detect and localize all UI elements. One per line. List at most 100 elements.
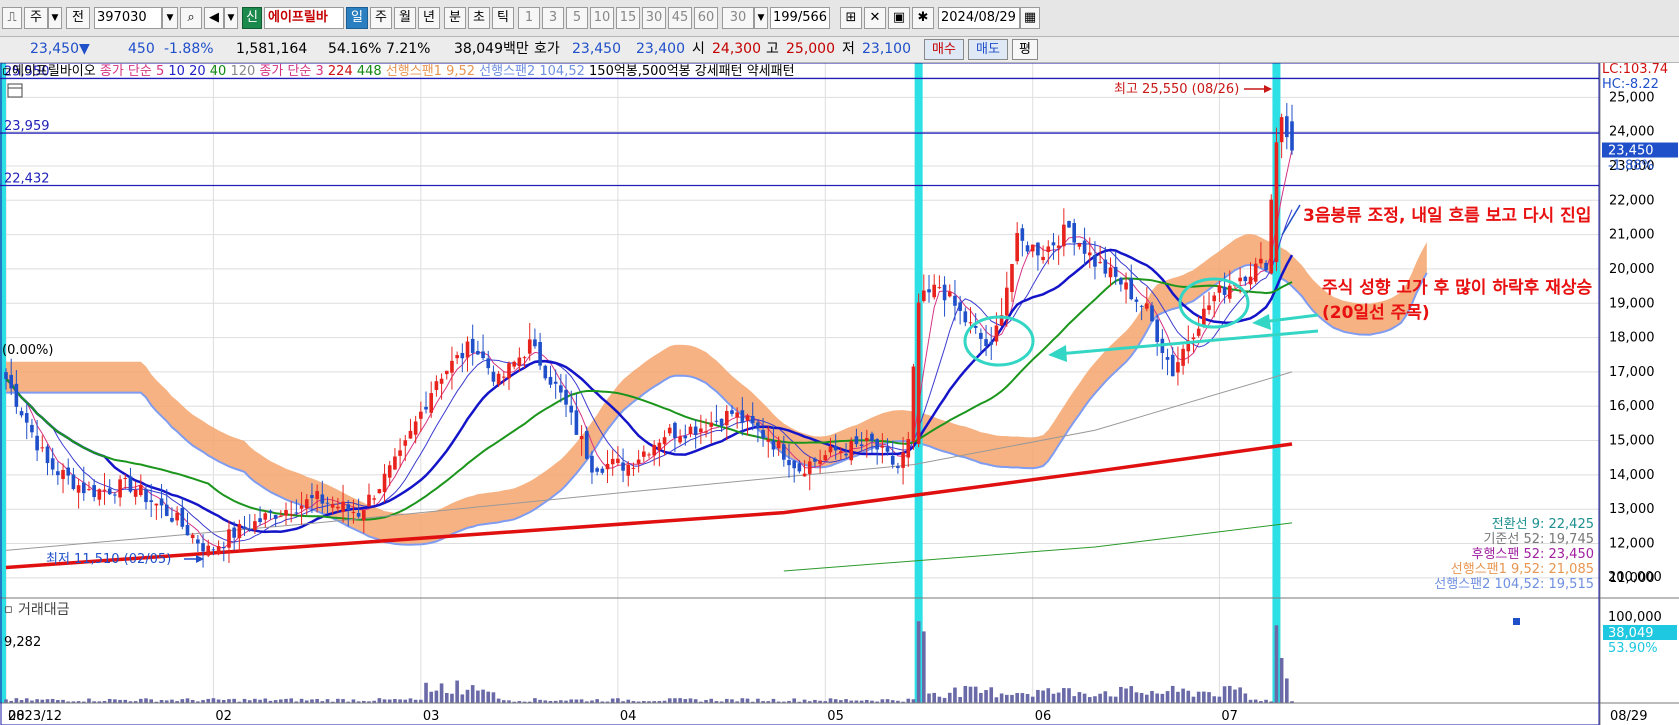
candle-body (730, 410, 734, 414)
candle-body (724, 410, 729, 426)
code-input[interactable]: 397030 (94, 7, 162, 29)
period-year[interactable]: 년 (418, 7, 440, 29)
volume-bar (1233, 689, 1237, 703)
y-tick-label: 19,000 (1609, 296, 1655, 311)
interval-45[interactable]: 45 (668, 7, 692, 29)
period-month[interactable]: 월 (394, 7, 416, 29)
candle-body (76, 485, 81, 493)
ichimoku-label: 선행스팬2 104,52: 19,515 (1434, 576, 1594, 592)
candle-body (989, 341, 994, 345)
candle-body (159, 498, 164, 506)
interval-1[interactable]: 1 (518, 7, 540, 29)
scroll-marker[interactable] (1513, 618, 1520, 625)
candle-body (1025, 245, 1030, 252)
candle-body (1248, 276, 1253, 285)
period-tick[interactable]: 틱 (492, 7, 514, 29)
search-icon[interactable]: ⌕ (180, 7, 202, 29)
volume-bar (1062, 688, 1066, 703)
candle-body (273, 514, 278, 519)
min-label: 최저 11,510 (02/05) (46, 552, 171, 567)
x-tick-label: 04 (620, 709, 637, 724)
candle-body (600, 468, 605, 473)
period-day[interactable]: 일 (346, 7, 368, 29)
period-second[interactable]: 초 (468, 7, 490, 29)
candle-body (797, 463, 802, 472)
grid-icon[interactable]: ⊞ (840, 7, 862, 29)
chevron-down-icon[interactable]: ▼ (224, 7, 238, 29)
volume-bar (1103, 691, 1108, 703)
interval-10[interactable]: 10 (590, 7, 614, 29)
buy-button[interactable]: 매수 (924, 39, 964, 60)
period-minute[interactable]: 분 (444, 7, 466, 29)
candle-body (647, 454, 651, 456)
volume-bar (724, 698, 729, 703)
candle-body (304, 499, 309, 509)
period-select[interactable]: 주 (24, 7, 48, 29)
interval-60[interactable]: 60 (694, 7, 718, 29)
y-tick-label: 12,000 (1609, 537, 1655, 552)
candle-body (1274, 142, 1279, 263)
volume-bar (880, 699, 885, 703)
volume-bar (491, 692, 496, 703)
candle-body (667, 427, 672, 434)
chevron-down-icon[interactable]: ▼ (48, 7, 62, 29)
price-chart[interactable]: 25,55023,95922,432 11,00012,00013,00014,… (0, 63, 1679, 725)
candle-body (439, 378, 444, 384)
candle-body (1165, 357, 1170, 360)
candle-body (1207, 305, 1211, 310)
candle-body (1253, 263, 1258, 282)
save-icon[interactable]: ▣ (888, 7, 910, 29)
candle-body (901, 452, 905, 468)
chevron-down-icon[interactable]: ▼ (754, 7, 768, 29)
custom-interval-input[interactable]: 30 (722, 7, 754, 29)
interval-30[interactable]: 30 (642, 7, 666, 29)
volume-bar (574, 699, 579, 703)
candle-body (595, 468, 599, 472)
volume-bar (1274, 625, 1279, 703)
volume-bar (1196, 691, 1201, 703)
volume-bar (1041, 690, 1045, 703)
count-input[interactable]: 199/566 (770, 7, 830, 29)
volume-bar (1046, 688, 1051, 703)
volume-bar (1165, 691, 1170, 703)
crosshair-icon[interactable]: ✕ (864, 7, 886, 29)
volume-bar (1279, 658, 1284, 703)
prev-button[interactable]: 전 (66, 7, 90, 29)
candle-body (476, 350, 480, 355)
candle-body (906, 439, 911, 458)
gear-icon[interactable]: ✱ (912, 7, 934, 29)
candle-body (657, 442, 662, 451)
x-tick-label: 08 (8, 709, 25, 724)
chart-menu-icon[interactable]: ⎍ (2, 7, 22, 29)
volume-bar (1030, 696, 1035, 703)
candle-body (807, 461, 812, 474)
candle-body (968, 322, 973, 324)
volume-last-rate: 53.90% (1608, 641, 1658, 656)
interval-5[interactable]: 5 (566, 7, 588, 29)
candle-body (398, 450, 402, 456)
calendar-icon[interactable]: ▦ (1020, 7, 1040, 29)
candle-body (465, 341, 470, 358)
down-arrow-icon: ▼ (79, 41, 90, 57)
interval-3[interactable]: 3 (542, 7, 564, 29)
date-input[interactable]: 2024/08/29 (938, 7, 1020, 29)
candle-body (947, 291, 952, 297)
candle-body (626, 464, 631, 476)
chevron-down-icon[interactable]: ▼ (162, 7, 178, 29)
volume-bar (1285, 678, 1289, 703)
bid-price: 23,400 (636, 41, 685, 57)
candle-body (652, 444, 656, 456)
volume-bar (673, 698, 677, 703)
candle-body (201, 543, 205, 552)
y-tick-label: 16,000 (1609, 399, 1655, 414)
interval-15[interactable]: 15 (616, 7, 640, 29)
candle-body (413, 421, 418, 435)
period-week[interactable]: 주 (370, 7, 392, 29)
candle-body (776, 440, 781, 449)
volume-bar (1181, 688, 1185, 703)
sell-button[interactable]: 매도 (968, 39, 1008, 60)
candle-body (149, 500, 154, 502)
speaker-icon[interactable]: ◀ (204, 7, 224, 29)
avg-button[interactable]: 평 (1012, 39, 1038, 60)
calendar-icon[interactable] (7, 83, 23, 98)
